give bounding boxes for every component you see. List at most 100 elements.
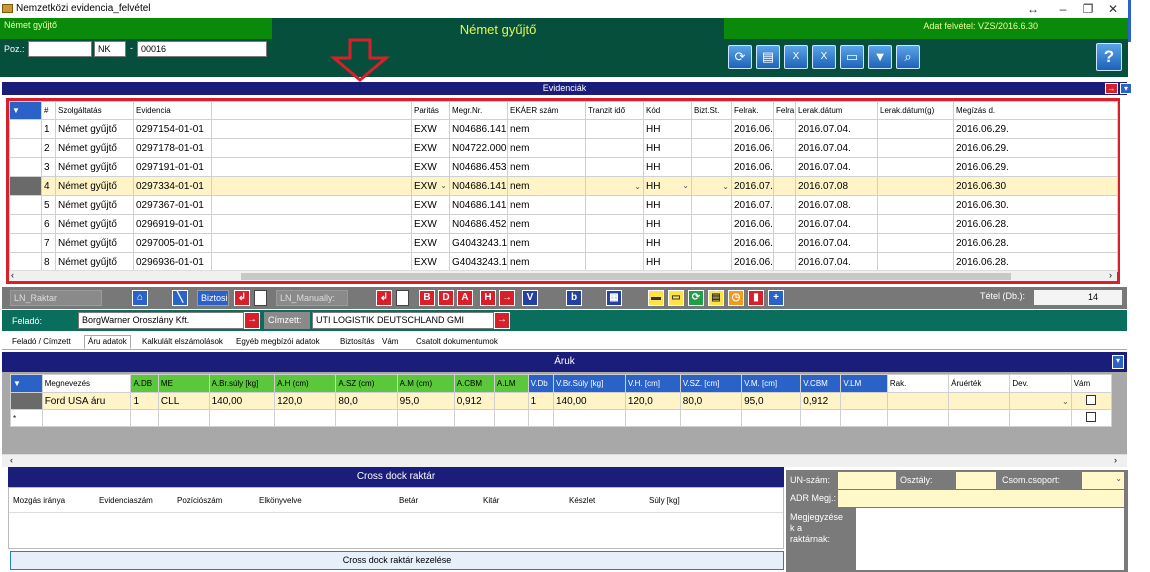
cell[interactable] <box>877 195 954 215</box>
cell[interactable]: 8 <box>41 252 56 272</box>
cimzett-arrow-icon[interactable]: → <box>494 312 510 329</box>
cell[interactable]: 95,0 <box>741 392 802 410</box>
scroll-left-icon[interactable]: ‹ <box>10 455 13 465</box>
manual-action-icon[interactable]: ↲ <box>376 290 392 306</box>
cell[interactable]: EXW <box>411 157 450 177</box>
col-header[interactable]: Mozgás iránya <box>13 496 65 505</box>
cell[interactable]: 2016.07.08. <box>795 195 878 215</box>
cell[interactable]: 5 <box>41 195 56 215</box>
cell[interactable] <box>691 214 732 234</box>
cell[interactable] <box>877 157 954 177</box>
cell[interactable]: 2016.06.28. <box>953 214 1118 234</box>
cell[interactable]: EXW ⌄ <box>411 176 450 196</box>
tab-felado-cimzett[interactable]: Feladó / Címzett <box>8 335 75 349</box>
col-header[interactable]: V.SZ. [cm] <box>679 374 743 393</box>
scroll-right-icon[interactable]: › <box>1109 270 1112 280</box>
col-header[interactable]: V.CBM <box>800 374 842 393</box>
cell[interactable] <box>877 138 954 158</box>
cell[interactable] <box>773 233 796 253</box>
row-selector[interactable] <box>9 176 42 196</box>
cell[interactable]: 2016.06.29. <box>953 119 1118 139</box>
print-icon[interactable]: ▤ <box>756 45 780 69</box>
col-header[interactable]: Rak. <box>886 374 950 393</box>
cell[interactable]: 0,912 <box>800 392 842 410</box>
cell[interactable]: EXW <box>411 119 450 139</box>
cell[interactable]: Német gyűjtő <box>55 195 134 215</box>
excel-export-icon[interactable]: X <box>784 45 808 69</box>
tab-aru-adatok[interactable]: Áru adatok <box>84 335 131 349</box>
chevron-down-icon[interactable]: ⌄ <box>682 181 689 190</box>
csom-select[interactable]: ⌄ <box>1082 472 1124 489</box>
row-selector[interactable] <box>9 252 42 272</box>
cell[interactable]: HH <box>643 157 692 177</box>
cell[interactable]: 2016.06.28. <box>953 233 1118 253</box>
table-row[interactable]: 2Német gyűjtő0297178-01-01 EXWN04722.0000… <box>9 138 1118 158</box>
cell[interactable] <box>585 119 644 139</box>
felado-arrow-icon[interactable]: → <box>244 312 260 329</box>
col-header[interactable]: V.Br.Súly [kg] <box>553 374 626 393</box>
table-row[interactable]: 4 Német gyűjtő 0297334-01-01 EXW ⌄ N04686.141… <box>9 176 1118 196</box>
cell[interactable]: 2016.06.30. <box>953 195 1118 215</box>
cell[interactable] <box>585 233 644 253</box>
cell[interactable] <box>773 138 796 158</box>
col-header[interactable]: V.M. [cm] <box>741 374 802 393</box>
cell[interactable]: Német gyűjtő <box>55 157 134 177</box>
col-header[interactable]: Súly [kg] <box>649 496 680 505</box>
col-header[interactable]: Lerak.dátum <box>795 101 878 120</box>
cell[interactable]: CLL <box>157 392 210 410</box>
cell[interactable]: EXW <box>411 214 450 234</box>
cell[interactable]: 2 <box>41 138 56 158</box>
red-action-icon[interactable]: ↲ <box>234 290 250 306</box>
d-button[interactable]: D <box>438 290 454 306</box>
col-header[interactable]: Áruérték <box>948 374 1011 393</box>
cell[interactable]: 2016.06... <box>731 157 774 177</box>
vam-checkbox-new[interactable] <box>1070 409 1113 427</box>
cell[interactable]: Ford USA áru <box>41 392 132 410</box>
cell[interactable]: 2016.06... <box>731 252 774 272</box>
cell[interactable]: 1 <box>130 392 159 410</box>
cell[interactable]: 2016.06... <box>731 138 774 158</box>
table-row[interactable]: Ford USA áru 1 CLL 140,00 120,0 80,0 95,… <box>10 392 1113 410</box>
col-header[interactable]: A.Br.súly [kg] <box>208 374 276 393</box>
col-header[interactable]: Kitár <box>483 496 499 505</box>
search-icon[interactable]: ⌕ <box>896 45 920 69</box>
col-header[interactable]: Evidenciaszám <box>99 496 153 505</box>
cell[interactable]: 2016.07.04. <box>795 252 878 272</box>
biztosi-checkbox[interactable] <box>254 290 267 306</box>
cell[interactable]: 2016.06... <box>731 214 774 234</box>
col-header[interactable]: Paritás <box>411 101 450 120</box>
aruk-collapse-icon[interactable]: ▾ <box>1112 355 1124 369</box>
cell[interactable]: HH <box>643 138 692 158</box>
col-header[interactable]: Lerak.dátum(g) <box>877 101 954 120</box>
restore-size-icon[interactable]: ↔ <box>1018 1 1048 17</box>
b-button[interactable]: B <box>419 290 435 306</box>
col-header[interactable]: A.SZ (cm) <box>335 374 398 393</box>
cell[interactable] <box>211 119 412 139</box>
filter-icon[interactable]: ▼ <box>868 45 892 69</box>
cell[interactable]: 2016.07.04. <box>795 138 878 158</box>
cimzett-input[interactable]: UTI LOGISTIK DEUTSCHLAND GMI <box>312 312 494 329</box>
col-header[interactable]: ME <box>157 374 210 393</box>
arrow-button[interactable]: → <box>499 290 515 306</box>
felado-input[interactable]: BorgWarner Oroszlány Kft. <box>78 312 244 329</box>
crossdock-manage-button[interactable]: Cross dock raktár kezelése <box>10 551 784 570</box>
cell[interactable]: HH <box>643 252 692 272</box>
edit-icon[interactable]: ╲ <box>172 290 188 306</box>
cell[interactable] <box>773 214 796 234</box>
adr-input[interactable] <box>838 490 1124 507</box>
cell[interactable]: 0,912 <box>453 392 495 410</box>
cell[interactable]: 80,0 <box>679 392 743 410</box>
cell[interactable]: 2016.06... <box>731 233 774 253</box>
help-icon[interactable]: ? <box>1096 43 1122 71</box>
cell[interactable] <box>211 138 412 158</box>
cell[interactable]: 1 <box>527 392 555 410</box>
col-header[interactable]: Bizt.St. <box>691 101 732 120</box>
cell[interactable]: 0297154-01-01 <box>133 119 212 139</box>
v-button[interactable]: V <box>522 290 538 306</box>
cell[interactable]: HH ⌄ <box>643 176 692 196</box>
col-header[interactable]: Megízás d. <box>953 101 1118 120</box>
cell[interactable]: EXW <box>411 252 450 272</box>
refresh-green-icon[interactable]: ⟳ <box>688 290 704 306</box>
chevron-down-icon[interactable]: ⌄ <box>440 181 447 190</box>
cell[interactable]: 2016.06.28. <box>953 252 1118 272</box>
